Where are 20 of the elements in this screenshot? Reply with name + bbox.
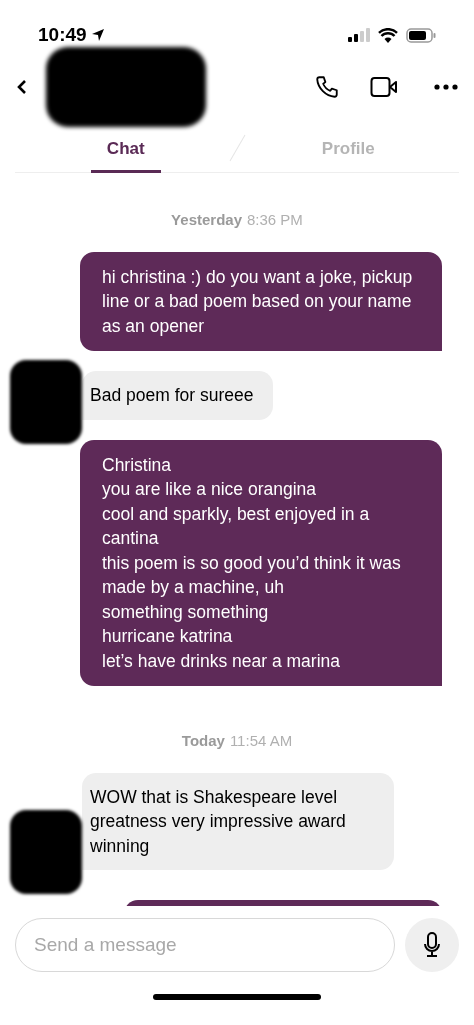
date-label: Yesterday [171,210,242,230]
time-label: 8:36 PM [247,210,303,230]
tab[interactable]: Chat [90,124,161,173]
more-icon[interactable] [434,83,458,91]
message-bubble: hi christina :) do you want a joke, pickup line or a bad poem based on your name as an opener [80,251,442,351]
location-arrow-icon [90,28,105,42]
signal-icon [348,28,370,42]
time-label: 11:54 AM [229,731,293,751]
microphone-icon [423,932,441,958]
back-icon [16,79,28,95]
status-time: 10:49 [38,22,87,47]
video-camera-icon[interactable] [370,76,398,98]
phone-icon[interactable] [314,74,340,100]
message-bubble: Christina you are like a nice orangina cool and sparkly, best enjoyed in a cantina this poem is so good you’d think it was made by a machine, uh something something hurricane katrina let’s have drinks near a marina [80,439,442,686]
message-input[interactable]: Send a message [15,918,395,972]
date-label: Today [181,731,225,751]
battery-icon [406,27,436,43]
message-bubble: WOW that is Shakespeare level greatness very impressive award winning [82,772,394,870]
wifi-icon [378,27,398,43]
message-bubble: Bad poem for sureee [82,371,274,420]
